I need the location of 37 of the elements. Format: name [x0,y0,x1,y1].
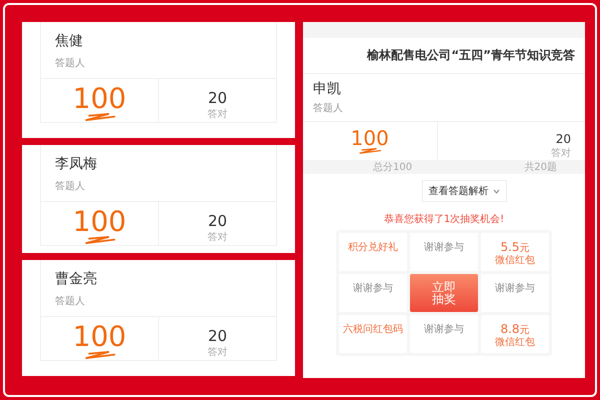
respondent-name: 焦健 [55,32,84,50]
role-label: 答题人 [55,295,86,308]
correct-count: 20 [556,132,571,146]
prize-cell: 谢谢参与 [339,274,407,312]
prize-cell: 谢谢参与 [410,315,478,354]
prize-amount: 5.5元 [500,240,530,255]
prize-heading: 恭喜您获得了1次抽奖机会! [384,212,504,226]
correct-label: 答对 [208,108,228,121]
correct-count: 20 [208,327,228,345]
respondent-name: 李凤梅 [55,155,98,173]
correct-count: 20 [208,89,228,107]
score-value: 100 [72,323,126,351]
prize-label: 微信红包 [495,255,535,266]
score-value: 100 [72,208,126,236]
role-label: 答题人 [313,102,344,115]
score-underline-icon [356,148,383,154]
prize-cell: 六税问红包码 [339,315,407,354]
chevron-down-icon [492,188,500,194]
correct-label: 答对 [208,346,228,359]
analysis-dropdown-button[interactable]: 查看答题解析 [422,180,506,202]
role-label: 答题人 [55,57,86,70]
correct-label: 答对 [551,146,571,160]
correct-count: 20 [208,212,228,230]
score-value: 100 [72,85,126,113]
prize-cell: 谢谢参与 [481,274,549,312]
score-value: 100 [350,128,389,148]
correct-label: 答对 [208,230,228,244]
prize-cell: 谢谢参与 [410,233,478,272]
prize-cell: 积分兑好礼 [339,233,407,272]
prize-amount: 8.8元 [500,322,530,337]
respondent-name: 曹金亮 [55,270,98,288]
role-label: 答题人 [55,180,86,193]
quiz-title: 榆林配售电公司“五四”青年节知识竞答 [303,38,585,74]
respondent-name: 申凯 [313,80,342,98]
prize-label: 微信红包 [495,337,535,348]
question-count-label: 共20题 [524,160,557,174]
total-score-label: 总分100 [373,160,412,174]
